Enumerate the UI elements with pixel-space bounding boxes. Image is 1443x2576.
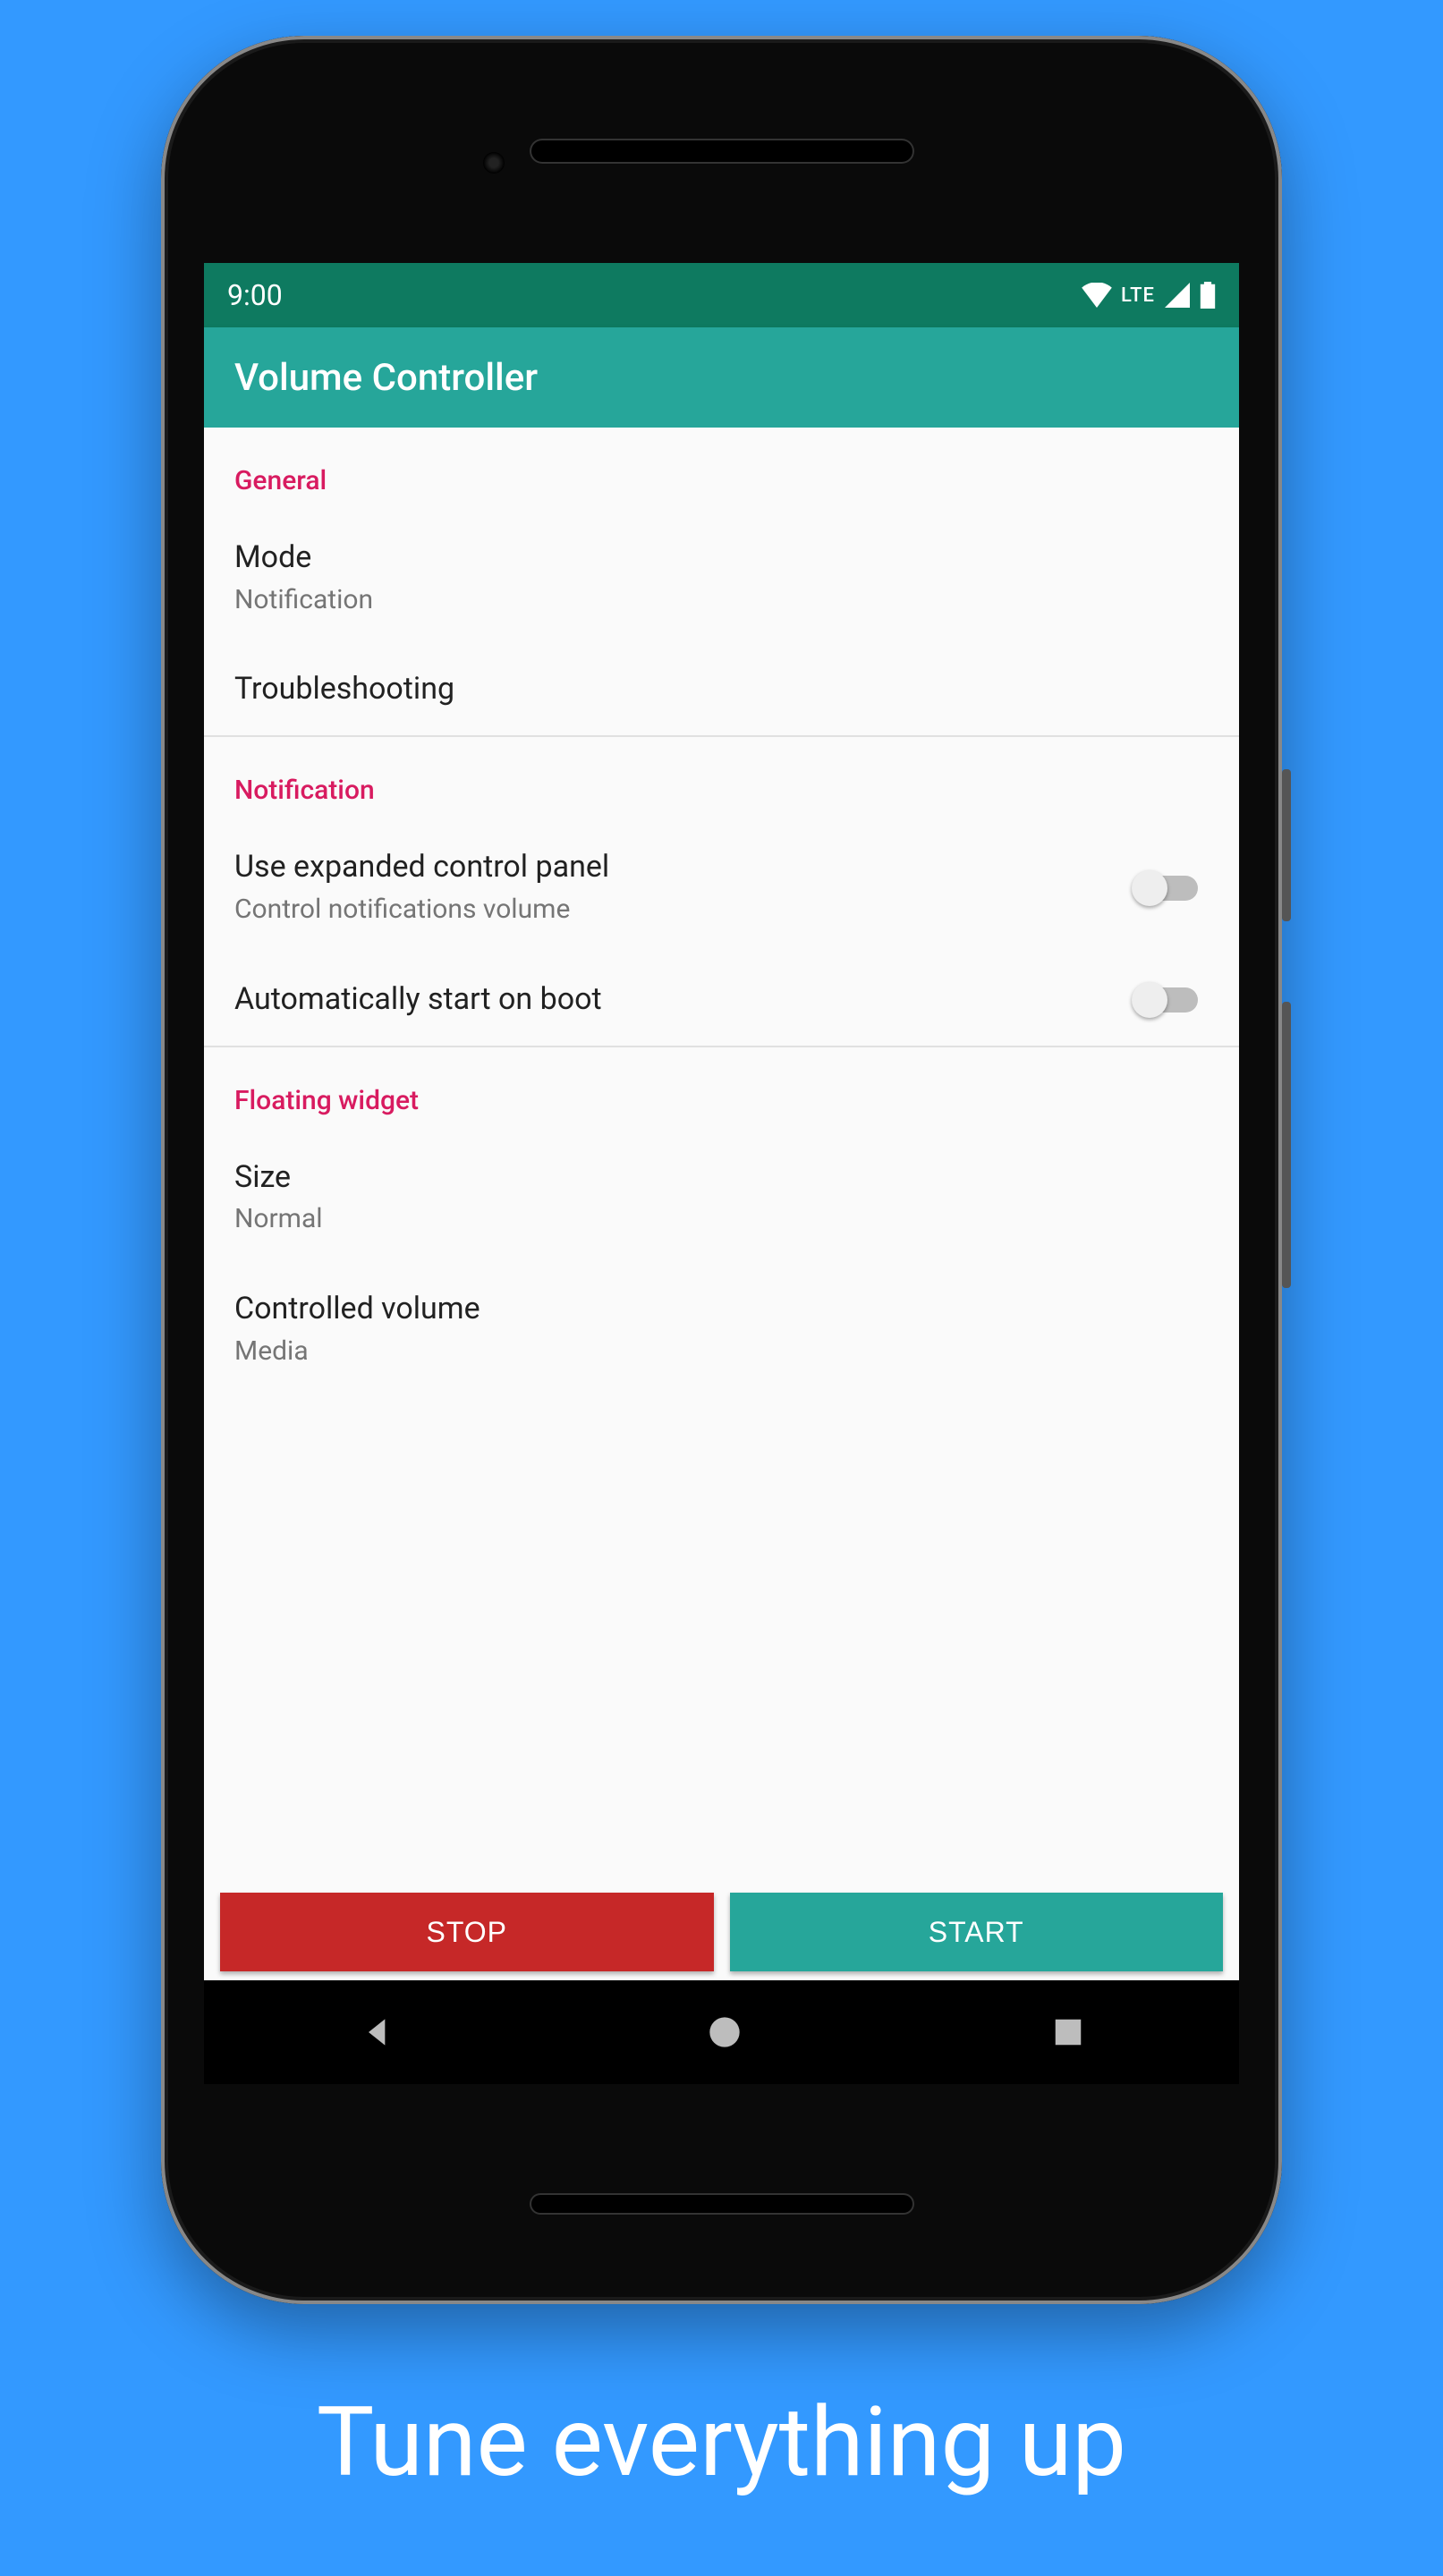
- section-header-floating: Floating widget: [204, 1047, 1239, 1132]
- nav-bar: [204, 1980, 1239, 2084]
- section-header-general: General: [204, 428, 1239, 513]
- phone-frame: 9:00 LTE Volume Controller General Mode …: [161, 36, 1282, 2304]
- pref-title: Automatically start on boot: [234, 979, 1133, 1021]
- pref-summary: Notification: [234, 580, 1209, 620]
- pref-title: Troubleshooting: [234, 669, 1209, 710]
- wifi-icon: [1082, 283, 1112, 308]
- nav-back-icon[interactable]: [359, 2012, 398, 2052]
- pref-mode[interactable]: Mode Notification: [204, 513, 1239, 644]
- app-bar: Volume Controller: [204, 327, 1239, 428]
- pref-title: Size: [234, 1157, 1209, 1199]
- pref-summary: Normal: [234, 1199, 1209, 1239]
- battery-icon: [1200, 282, 1216, 309]
- section-header-notification: Notification: [204, 737, 1239, 822]
- pref-title: Use expanded control panel: [234, 847, 1133, 888]
- pref-summary: Media: [234, 1332, 1209, 1371]
- switch-thumb: [1132, 982, 1167, 1018]
- nav-home-icon[interactable]: [707, 2014, 743, 2050]
- phone-side-button: [1282, 1002, 1291, 1288]
- start-button[interactable]: START: [730, 1893, 1224, 1971]
- pref-title: Mode: [234, 538, 1209, 579]
- status-bar: 9:00 LTE: [204, 263, 1239, 327]
- button-row: STOP START: [204, 1884, 1239, 1980]
- switch-expanded[interactable]: [1133, 876, 1198, 901]
- lte-label: LTE: [1121, 284, 1155, 307]
- app-title: Volume Controller: [234, 356, 538, 400]
- promo-caption: Tune everything up: [0, 2386, 1443, 2499]
- pref-expanded-control[interactable]: Use expanded control panel Control notif…: [204, 822, 1239, 953]
- pref-size[interactable]: Size Normal: [204, 1132, 1239, 1264]
- phone-side-button: [1282, 769, 1291, 921]
- phone-speaker: [530, 2193, 914, 2215]
- nav-recent-icon[interactable]: [1051, 2015, 1085, 2049]
- switch-auto-boot[interactable]: [1133, 987, 1198, 1013]
- stop-button[interactable]: STOP: [220, 1893, 714, 1971]
- pref-title: Controlled volume: [234, 1289, 1209, 1330]
- signal-icon: [1164, 283, 1191, 308]
- screen: 9:00 LTE Volume Controller General Mode …: [204, 263, 1239, 2084]
- pref-auto-boot[interactable]: Automatically start on boot: [204, 954, 1239, 1046]
- status-time: 9:00: [227, 278, 283, 312]
- phone-earpiece: [530, 139, 914, 164]
- pref-controlled-volume[interactable]: Controlled volume Media: [204, 1264, 1239, 1395]
- settings-content[interactable]: General Mode Notification Troubleshootin…: [204, 428, 1239, 1980]
- pref-summary: Control notifications volume: [234, 890, 1133, 929]
- switch-thumb: [1132, 870, 1167, 906]
- status-icons: LTE: [1082, 282, 1216, 309]
- pref-troubleshooting[interactable]: Troubleshooting: [204, 644, 1239, 735]
- phone-camera: [483, 152, 505, 174]
